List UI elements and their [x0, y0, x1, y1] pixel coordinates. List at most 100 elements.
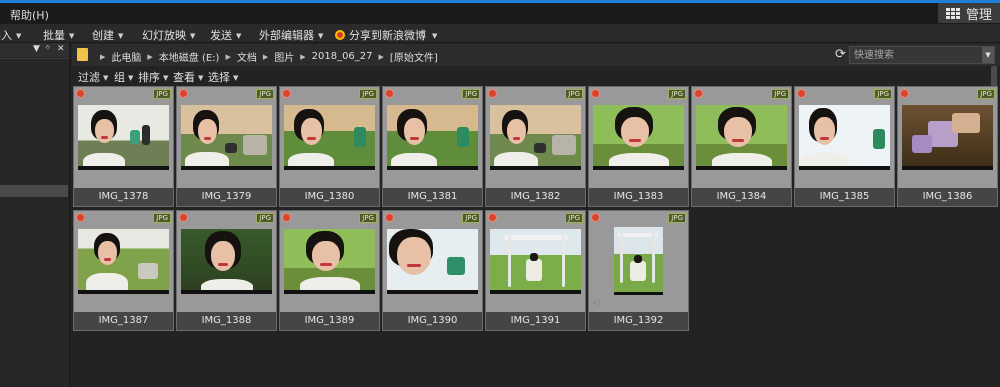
toolbar-batch-label: 批量 [43, 29, 65, 42]
reject-flag-icon[interactable] [282, 213, 291, 222]
reject-flag-icon[interactable] [385, 213, 394, 222]
thumbnail-card[interactable]: JPG IMG_1391 [485, 210, 586, 331]
panel-menu-icon[interactable]: ▼ [33, 44, 40, 54]
thumbnail-card[interactable]: JPG IMG_1387 [73, 210, 174, 331]
manage-mode-button[interactable]: 管理 [938, 3, 1000, 23]
photo-preview[interactable] [181, 229, 272, 294]
photo-preview[interactable] [593, 105, 684, 170]
chevron-right-icon[interactable]: ▶ [147, 53, 152, 61]
photo-preview[interactable] [490, 105, 581, 170]
close-icon[interactable]: ✕ [57, 44, 65, 54]
thumbnail-card[interactable]: JPG IMG_1386 [897, 86, 998, 207]
reject-flag-icon[interactable] [591, 89, 600, 98]
photo-preview[interactable] [387, 105, 478, 170]
photo-preview[interactable] [181, 105, 272, 170]
photo-preview[interactable] [284, 229, 375, 294]
thumbnail-card[interactable]: JPG ⟲ IMG_1392 [588, 210, 689, 331]
file-type-badge: JPG [668, 89, 686, 99]
chevron-right-icon[interactable]: ▶ [379, 53, 384, 61]
thumbnail-card[interactable]: JPG IMG_1390 [382, 210, 483, 331]
breadcrumb-documents[interactable]: 文档 [237, 49, 257, 64]
reject-flag-icon[interactable] [900, 89, 909, 98]
chevron-right-icon[interactable]: ▶ [300, 53, 305, 61]
reject-flag-icon[interactable] [488, 213, 497, 222]
thumbnail-filename: IMG_1380 [304, 191, 355, 202]
photo-preview[interactable] [490, 229, 581, 294]
reject-flag-icon[interactable] [488, 89, 497, 98]
file-type-badge: JPG [874, 89, 892, 99]
toolbar-share-label: 分享到新浪微博 [349, 29, 426, 42]
toolbar-external-editor[interactable]: 外部编辑器 ▼ [259, 27, 323, 43]
thumbnail-card[interactable]: JPG IMG_1378 [73, 86, 174, 207]
photo-subject-clothing [609, 153, 669, 170]
grid-icon [945, 7, 962, 19]
thumbnail-card[interactable]: JPG IMG_1388 [176, 210, 277, 331]
reject-flag-icon[interactable] [76, 89, 85, 98]
search-input[interactable] [850, 47, 980, 63]
breadcrumb-local-disk[interactable]: 本地磁盘 (E:) [159, 49, 220, 64]
photo-subject-clothing [300, 277, 360, 294]
photo-preview[interactable] [387, 229, 478, 294]
thumbnail-card[interactable]: JPG IMG_1382 [485, 86, 586, 207]
reject-flag-icon[interactable] [179, 213, 188, 222]
filter-menu[interactable]: 过滤 ▼ [78, 69, 108, 85]
photo-preview[interactable] [799, 105, 890, 170]
toolbar-create[interactable]: 创建 ▼ [92, 27, 123, 43]
thumbnail-card[interactable]: JPG IMG_1385 [794, 86, 895, 207]
photo-preview[interactable] [696, 105, 787, 170]
chevron-right-icon[interactable]: ▶ [225, 53, 230, 61]
file-type-badge: JPG [977, 89, 995, 99]
thumbnail-filename: IMG_1391 [510, 315, 561, 326]
reject-flag-icon[interactable] [76, 213, 85, 222]
reject-flag-icon[interactable] [385, 89, 394, 98]
menu-help[interactable]: 帮助(H) [10, 7, 49, 23]
toolbar-slideshow[interactable]: 幻灯放映 ▼ [142, 27, 195, 43]
sort-menu[interactable]: 排序 ▼ [138, 69, 168, 85]
breadcrumb-date-folder[interactable]: 2018_06_27 [312, 51, 373, 62]
toolbar-send[interactable]: 发送 ▼ [210, 27, 241, 43]
reject-flag-icon[interactable] [591, 213, 600, 222]
panel-scrollbar[interactable] [0, 185, 68, 197]
breadcrumb-originals[interactable]: [原始文件] [390, 49, 438, 64]
breadcrumb-this-pc[interactable]: 此电脑 [111, 49, 141, 64]
photo-preview[interactable] [284, 105, 375, 170]
photo-preview[interactable] [78, 105, 169, 170]
toolbar-share-weibo[interactable]: 分享到新浪微博 [335, 27, 426, 43]
photo-preview[interactable] [902, 105, 993, 170]
thumbnail-card[interactable]: JPG IMG_1389 [279, 210, 380, 331]
thumbnail-card[interactable]: JPG IMG_1381 [382, 86, 483, 207]
search-dropdown-icon[interactable]: ▼ [982, 47, 994, 63]
photo-object [530, 253, 538, 261]
photo-preview[interactable] [614, 227, 663, 295]
reject-flag-icon[interactable] [282, 89, 291, 98]
thumbnail-card[interactable]: JPG IMG_1383 [588, 86, 689, 207]
toolbar-more[interactable]: ▼ [428, 29, 437, 42]
file-type-badge: JPG [462, 213, 480, 223]
thumbnail-filename: IMG_1381 [407, 191, 458, 202]
chevron-right-icon[interactable]: ▶ [263, 53, 268, 61]
thumbnail-filename: IMG_1389 [304, 315, 355, 326]
group-menu[interactable]: 组 ▼ [114, 69, 133, 85]
photo-preview[interactable] [78, 229, 169, 294]
toolbar-import-label: 导入 [0, 29, 12, 42]
reject-flag-icon[interactable] [179, 89, 188, 98]
breadcrumb: ▶ 此电脑 ▶ 本地磁盘 (E:) ▶ 文档 ▶ 图片 ▶ 2018_06_27… [94, 49, 438, 64]
folder-icon [77, 48, 88, 61]
file-type-badge: JPG [359, 89, 377, 99]
photo-subject-clothing [391, 153, 437, 170]
thumbnail-card[interactable]: JPG IMG_1379 [176, 86, 277, 207]
toolbar-import[interactable]: 导入 ▼ [0, 27, 21, 43]
refresh-icon[interactable]: ⟳ [835, 48, 846, 61]
reject-flag-icon[interactable] [694, 89, 703, 98]
toolbar-external-editor-label: 外部编辑器 [259, 29, 314, 42]
photo-object [634, 255, 642, 263]
thumbnail-filename: IMG_1387 [98, 315, 149, 326]
pin-icon[interactable]: ᛜ [45, 44, 50, 54]
select-menu[interactable]: 选择 ▼ [208, 69, 238, 85]
breadcrumb-pictures[interactable]: 图片 [274, 49, 294, 64]
thumbnail-card[interactable]: JPG IMG_1380 [279, 86, 380, 207]
thumbnail-card[interactable]: JPG IMG_1384 [691, 86, 792, 207]
view-menu[interactable]: 查看 ▼ [173, 69, 203, 85]
toolbar-batch[interactable]: 批量 ▼ [43, 27, 74, 43]
reject-flag-icon[interactable] [797, 89, 806, 98]
